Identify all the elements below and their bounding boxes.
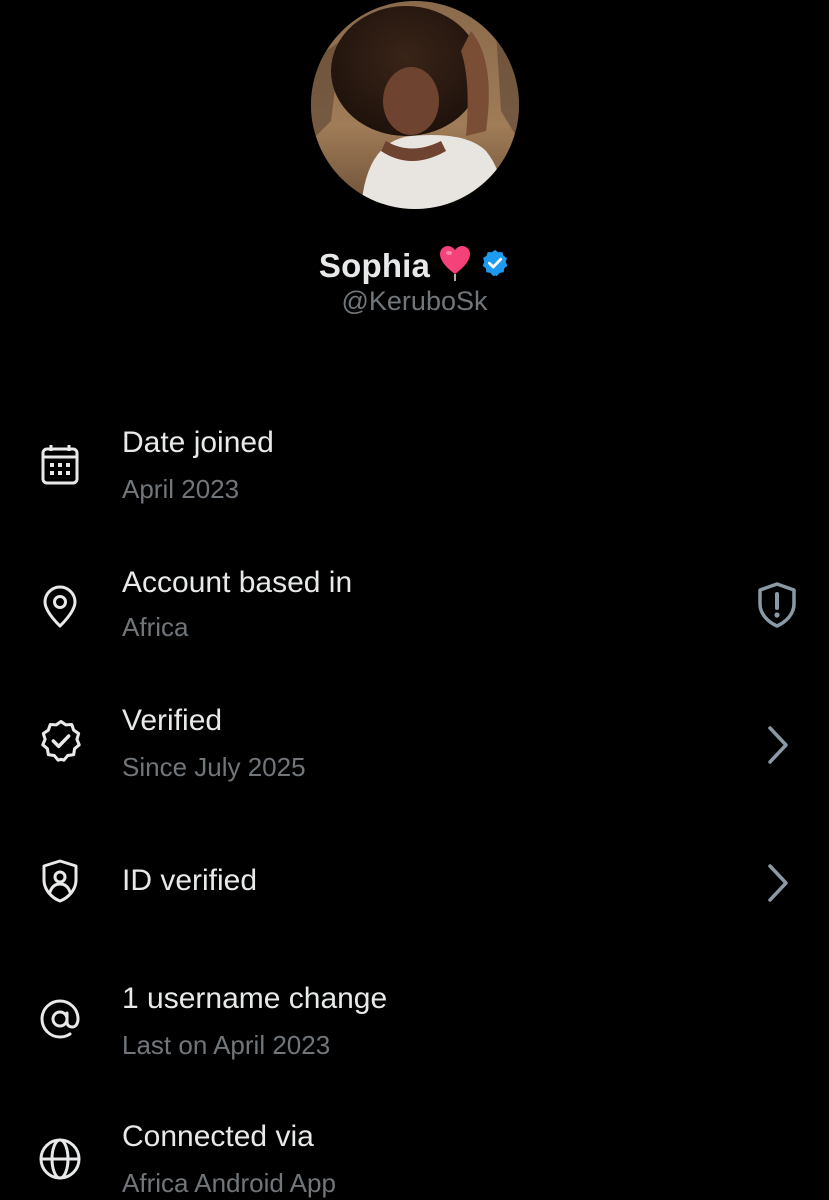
row-subtitle: Africa Android App bbox=[122, 1168, 336, 1198]
chevron-right-icon[interactable] bbox=[752, 858, 802, 908]
about-row-account-based-in: Account based in Africa bbox=[0, 560, 829, 670]
chevron-right-icon[interactable] bbox=[752, 720, 802, 770]
location-pin-icon bbox=[38, 584, 84, 630]
row-title: Connected via bbox=[122, 1120, 314, 1153]
row-subtitle: Since July 2025 bbox=[122, 752, 306, 782]
id-shield-icon bbox=[38, 858, 84, 904]
about-account-page: Sophia @KeruboSk Date joined April 2023 … bbox=[0, 0, 829, 1200]
row-title: Date joined bbox=[122, 426, 274, 459]
globe-icon bbox=[38, 1136, 84, 1182]
row-title: ID verified bbox=[122, 864, 258, 897]
display-name: Sophia bbox=[318, 246, 431, 284]
row-subtitle: Last on April 2023 bbox=[122, 1030, 331, 1060]
profile-name-row: Sophia bbox=[0, 244, 829, 287]
about-row-id-verified[interactable]: ID verified bbox=[0, 840, 829, 950]
row-subtitle: Africa bbox=[122, 612, 189, 642]
verified-badge-icon[interactable] bbox=[480, 248, 510, 283]
row-title: Account based in bbox=[122, 566, 353, 599]
row-subtitle: April 2023 bbox=[122, 474, 240, 504]
profile-handle: @KeruboSk bbox=[341, 286, 488, 316]
calendar-icon bbox=[38, 442, 84, 488]
about-row-username-change: 1 username change Last on April 2023 bbox=[0, 976, 829, 1086]
shield-alert-icon[interactable] bbox=[752, 580, 802, 630]
about-row-verified[interactable]: Verified Since July 2025 bbox=[0, 698, 829, 808]
at-sign-icon bbox=[38, 996, 84, 1042]
about-row-date-joined: Date joined April 2023 bbox=[0, 420, 829, 530]
about-row-connected-via: Connected via Africa Android App bbox=[0, 1114, 829, 1200]
heart-balloon-emoji bbox=[438, 244, 472, 287]
row-title: 1 username change bbox=[122, 982, 388, 1015]
verified-badge-outline-icon bbox=[38, 718, 84, 764]
profile-avatar[interactable] bbox=[311, 1, 519, 209]
row-title: Verified bbox=[122, 704, 223, 737]
avatar-photo bbox=[311, 1, 519, 209]
